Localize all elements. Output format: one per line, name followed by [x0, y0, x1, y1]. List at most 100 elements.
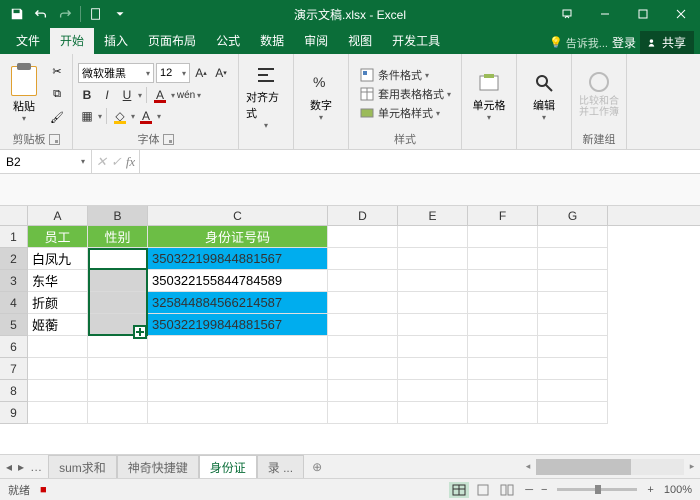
- tab-data[interactable]: 数据: [250, 27, 294, 54]
- colhead-f[interactable]: F: [468, 206, 538, 225]
- editing-button[interactable]: 编辑▾: [522, 69, 566, 124]
- rowhead-2[interactable]: 2: [0, 248, 28, 270]
- save-icon[interactable]: [6, 3, 28, 25]
- rowhead-9[interactable]: 9: [0, 402, 28, 424]
- tab-developer[interactable]: 开发工具: [382, 27, 450, 54]
- tab-nav-more-icon[interactable]: …: [30, 460, 42, 474]
- font-color2-button[interactable]: A: [137, 107, 155, 125]
- bold-button[interactable]: B: [78, 86, 96, 104]
- font-size-combo[interactable]: 12▾: [156, 63, 190, 83]
- minimize-icon[interactable]: [586, 0, 624, 28]
- name-box[interactable]: B2▾: [0, 150, 92, 173]
- copy-icon[interactable]: ⧉: [47, 84, 67, 104]
- tab-view[interactable]: 视图: [338, 27, 382, 54]
- cell-b4[interactable]: [88, 292, 148, 314]
- cell-c4[interactable]: 325844884566214587: [148, 292, 328, 314]
- undo-icon[interactable]: [30, 3, 52, 25]
- alignment-button[interactable]: 对齐方式▾: [244, 61, 288, 132]
- colhead-g[interactable]: G: [538, 206, 608, 225]
- underline-button[interactable]: U: [118, 86, 136, 104]
- zoom-level[interactable]: 100%: [664, 484, 692, 496]
- colhead-b[interactable]: B: [88, 206, 148, 225]
- font-name-combo[interactable]: 微软雅黑▾: [78, 63, 154, 83]
- tab-nav-last-icon[interactable]: ▸: [18, 460, 24, 474]
- colhead-d[interactable]: D: [328, 206, 398, 225]
- close-icon[interactable]: [662, 0, 700, 28]
- fill-color-button[interactable]: ◇: [111, 107, 129, 125]
- conditional-format-button[interactable]: 条件格式▾: [356, 66, 454, 84]
- maximize-icon[interactable]: [624, 0, 662, 28]
- format-table-button[interactable]: 套用表格格式▾: [356, 85, 454, 103]
- tab-file[interactable]: 文件: [6, 27, 50, 54]
- select-all-corner[interactable]: [0, 206, 28, 226]
- rowhead-7[interactable]: 7: [0, 358, 28, 380]
- cell-a1[interactable]: 员工: [28, 226, 88, 248]
- zoom-in-icon[interactable]: +: [647, 484, 653, 496]
- cell-a2[interactable]: 白凤九: [28, 248, 88, 270]
- cut-icon[interactable]: ✂: [47, 61, 67, 81]
- decrease-font-icon[interactable]: A▾: [212, 64, 230, 82]
- view-page-layout-icon[interactable]: [473, 482, 493, 498]
- tab-layout[interactable]: 页面布局: [138, 27, 206, 54]
- tab-formulas[interactable]: 公式: [206, 27, 250, 54]
- phonetic-button[interactable]: wén: [177, 86, 195, 104]
- cell-b3[interactable]: [88, 270, 148, 292]
- new-sheet-icon[interactable]: ⊕: [304, 460, 330, 474]
- tab-review[interactable]: 审阅: [294, 27, 338, 54]
- rowhead-6[interactable]: 6: [0, 336, 28, 358]
- view-normal-icon[interactable]: [449, 482, 469, 498]
- macro-record-icon[interactable]: ■: [40, 484, 47, 496]
- cell-b5[interactable]: [88, 314, 148, 336]
- colhead-c[interactable]: C: [148, 206, 328, 225]
- new-doc-icon[interactable]: [85, 3, 107, 25]
- rowhead-1[interactable]: 1: [0, 226, 28, 248]
- cell-c1[interactable]: 身份证号码: [148, 226, 328, 248]
- share-button[interactable]: 共享: [640, 31, 694, 54]
- tell-me[interactable]: 💡 告诉我...: [549, 35, 608, 51]
- insert-function-icon[interactable]: fx: [126, 154, 135, 170]
- cell-style-button[interactable]: 单元格样式▾: [356, 104, 454, 122]
- cell-c5[interactable]: 350322199844881567: [148, 314, 328, 336]
- cell-a4[interactable]: 折颜: [28, 292, 88, 314]
- increase-font-icon[interactable]: A▴: [192, 64, 210, 82]
- ribbon-options-icon[interactable]: [548, 0, 586, 28]
- tab-insert[interactable]: 插入: [94, 27, 138, 54]
- zoom-slider[interactable]: [557, 488, 637, 491]
- sheet-tab-sum[interactable]: sum求和: [48, 455, 117, 479]
- enter-formula-icon: ✓: [111, 154, 122, 170]
- cell-a5[interactable]: 姬蘅: [28, 314, 88, 336]
- cell-c2[interactable]: 350322199844881567: [148, 248, 328, 270]
- rowhead-5[interactable]: 5: [0, 314, 28, 336]
- cell-b2[interactable]: [88, 248, 148, 270]
- format-painter-icon[interactable]: 🖌: [47, 107, 67, 127]
- clipboard-dialog-icon[interactable]: [49, 134, 60, 145]
- horizontal-scrollbar[interactable]: ◂ ▸: [520, 459, 700, 475]
- sheet-tab-rec[interactable]: 录 ...: [257, 455, 304, 479]
- cell-a3[interactable]: 东华: [28, 270, 88, 292]
- colhead-a[interactable]: A: [28, 206, 88, 225]
- qat-customize-icon[interactable]: [109, 3, 131, 25]
- sheet-tab-id[interactable]: 身份证: [199, 455, 257, 479]
- font-color-button[interactable]: A: [151, 86, 169, 104]
- tab-home[interactable]: 开始: [50, 27, 94, 54]
- border-button[interactable]: ▦: [78, 107, 96, 125]
- formula-input[interactable]: [140, 150, 700, 173]
- number-format-button[interactable]: % 数字▾: [299, 69, 343, 124]
- cell-b1[interactable]: 性别: [88, 226, 148, 248]
- font-dialog-icon[interactable]: [163, 134, 174, 145]
- colhead-e[interactable]: E: [398, 206, 468, 225]
- paste-button[interactable]: 粘贴 ▾: [5, 66, 43, 123]
- view-page-break-icon[interactable]: [497, 482, 517, 498]
- group-styles: 条件格式▾ 套用表格格式▾ 单元格样式▾ 样式: [349, 54, 462, 149]
- cells-button[interactable]: 单元格▾: [467, 69, 511, 124]
- cell-c3[interactable]: 350322155844784589: [148, 270, 328, 292]
- italic-button[interactable]: I: [98, 86, 116, 104]
- rowhead-3[interactable]: 3: [0, 270, 28, 292]
- login-link[interactable]: 登录: [612, 34, 636, 51]
- tab-nav-first-icon[interactable]: ◂: [6, 460, 12, 474]
- zoom-out-icon[interactable]: −: [541, 484, 547, 496]
- sheet-tab-shortcut[interactable]: 神奇快捷键: [117, 455, 199, 479]
- rowhead-8[interactable]: 8: [0, 380, 28, 402]
- redo-icon[interactable]: [54, 3, 76, 25]
- rowhead-4[interactable]: 4: [0, 292, 28, 314]
